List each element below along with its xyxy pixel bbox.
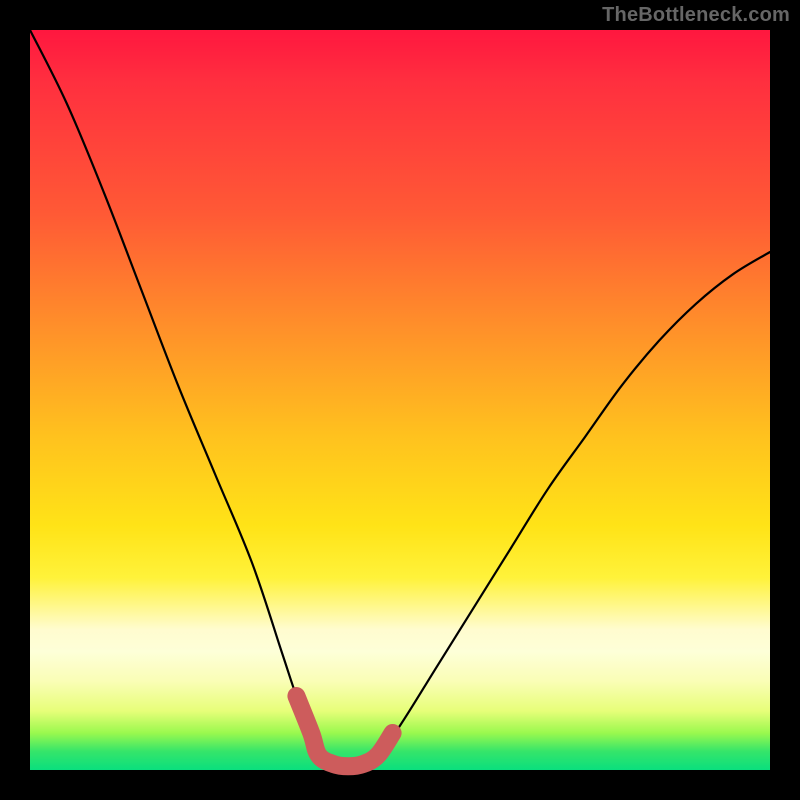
bottleneck-curve (30, 30, 770, 766)
curve-svg (30, 30, 770, 770)
plot-area (30, 30, 770, 770)
watermark-text: TheBottleneck.com (602, 4, 790, 27)
bottleneck-highlight (296, 696, 392, 766)
chart-frame: TheBottleneck.com (0, 0, 800, 800)
